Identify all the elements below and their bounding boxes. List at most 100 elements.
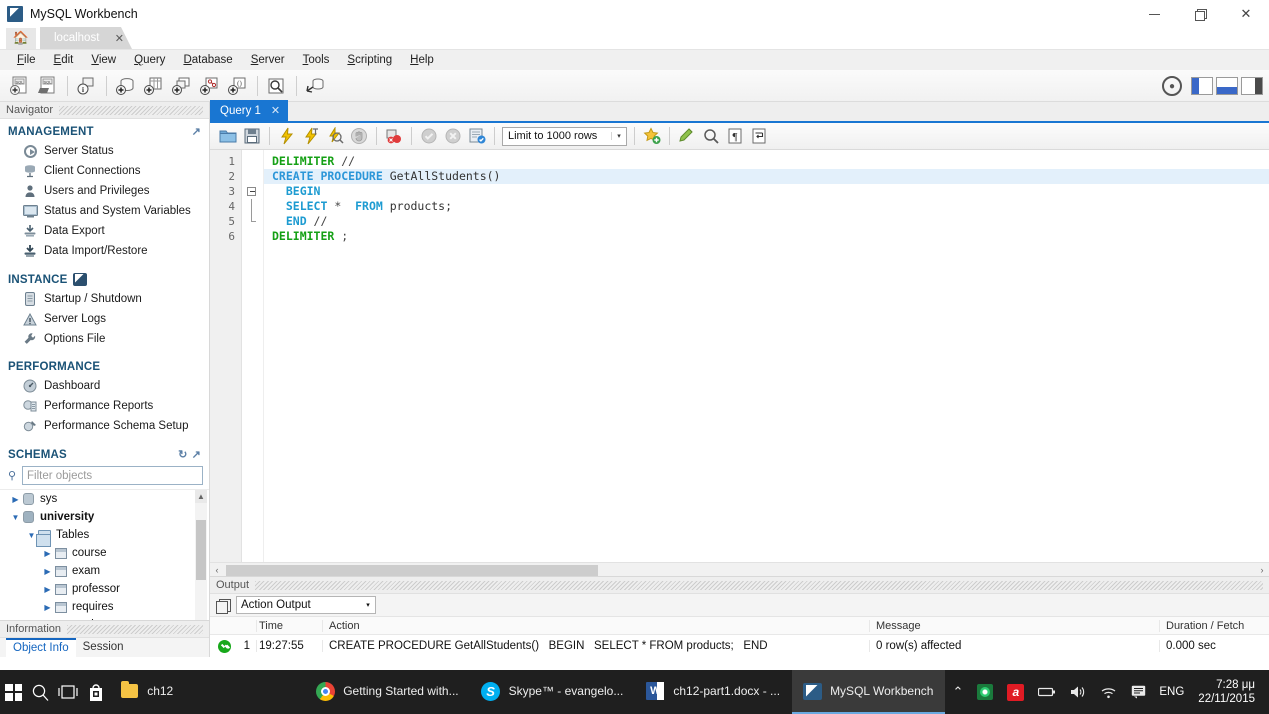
menu-view[interactable]: View [82, 50, 125, 70]
execute-statement-icon[interactable] [275, 125, 298, 148]
section-header-schemas[interactable]: SCHEMAS ↻ ↗ [0, 436, 209, 464]
task-view-icon[interactable] [55, 670, 82, 714]
code-folding-column[interactable] [242, 150, 264, 562]
row-limit-select[interactable]: Limit to 1000 rows ▾ [502, 126, 627, 146]
menu-edit[interactable]: Edit [45, 50, 83, 70]
commit-transaction-icon[interactable] [417, 125, 440, 148]
toggle-secondary-sidebar-button[interactable] [1241, 77, 1263, 95]
taskbar-item-ch12[interactable]: ch12 [109, 670, 185, 714]
chevron-right-icon[interactable]: ▶ [42, 549, 53, 558]
search-icon[interactable] [27, 670, 54, 714]
wifi-tray-icon[interactable] [1093, 686, 1124, 699]
tree-item-course[interactable]: ▶ course [0, 544, 209, 562]
taskbar-item-word[interactable]: W ch12-part1.docx - ... [635, 670, 792, 714]
connection-tab-localhost[interactable]: localhost ✕ [40, 27, 132, 49]
language-indicator[interactable]: ENG [1153, 686, 1190, 698]
close-button[interactable]: ✕ [1223, 0, 1269, 28]
microsoft-store-icon[interactable] [82, 670, 109, 714]
sidebar-item-startup-shutdown[interactable]: Startup / Shutdown [0, 289, 209, 309]
taskbar-item-mysql-workbench[interactable]: MySQL Workbench [792, 670, 946, 714]
toggle-word-wrap-icon[interactable] [747, 125, 770, 148]
scroll-right-icon[interactable]: › [1255, 565, 1269, 575]
chevron-right-icon[interactable]: ▶ [42, 603, 53, 612]
expand-icon[interactable]: ↗ [192, 125, 201, 138]
rollback-transaction-icon[interactable] [441, 125, 464, 148]
chevron-down-icon[interactable]: ▼ [10, 513, 21, 522]
tree-item-requires[interactable]: ▶ requires [0, 598, 209, 616]
account-icon[interactable]: ● [1162, 76, 1182, 96]
minimize-button[interactable] [1131, 0, 1177, 28]
reconnect-to-server-icon[interactable] [302, 73, 328, 99]
scrollbar-track[interactable] [224, 564, 1255, 576]
save-script-icon[interactable] [240, 125, 263, 148]
expand-icon[interactable]: ↗ [192, 448, 201, 461]
battery-tray-icon[interactable] [1031, 686, 1063, 698]
menu-tools[interactable]: Tools [294, 50, 339, 70]
maximize-button[interactable] [1177, 0, 1223, 28]
menu-scripting[interactable]: Scripting [338, 50, 401, 70]
close-icon[interactable]: ✕ [271, 104, 280, 117]
execute-current-statement-icon[interactable] [299, 125, 322, 148]
tree-item-university[interactable]: ▼ university [0, 508, 209, 526]
section-header-instance[interactable]: INSTANCE [0, 261, 209, 289]
taskbar-item-skype[interactable]: S Skype™ - evangelo... [471, 670, 636, 714]
schema-tree-scrollbar[interactable]: ▲ ▼ [195, 490, 207, 620]
create-new-view-icon[interactable] [168, 73, 194, 99]
home-tab[interactable]: 🏠 [6, 27, 36, 49]
sidebar-item-client-connections[interactable]: Client Connections [0, 161, 209, 181]
menu-help[interactable]: Help [401, 50, 443, 70]
chevron-right-icon[interactable]: ▶ [42, 585, 53, 594]
volume-tray-icon[interactable] [1063, 685, 1093, 699]
sidebar-item-options-file[interactable]: Options File [0, 329, 209, 349]
explain-statement-icon[interactable] [323, 125, 346, 148]
create-new-function-icon[interactable]: () [224, 73, 250, 99]
toggle-output-button[interactable] [1216, 77, 1238, 95]
code-text[interactable]: DELIMITER // CREATE PROCEDURE GetAllStud… [264, 150, 1269, 562]
toggle-stop-on-error-icon[interactable] [382, 125, 405, 148]
close-icon[interactable]: ✕ [115, 32, 124, 45]
fold-toggle-icon[interactable] [247, 187, 256, 196]
chevron-right-icon[interactable]: ▶ [42, 567, 53, 576]
chevron-right-icon[interactable]: ▶ [10, 495, 21, 504]
tree-item-student[interactable]: ▶ student [0, 616, 209, 620]
sidebar-item-performance-schema-setup[interactable]: Performance Schema Setup [0, 416, 209, 436]
sidebar-item-users-and-privileges[interactable]: Users and Privileges [0, 181, 209, 201]
open-script-icon[interactable] [216, 125, 239, 148]
sidebar-item-dashboard[interactable]: Dashboard [0, 376, 209, 396]
create-new-schema-icon[interactable] [112, 73, 138, 99]
tab-session[interactable]: Session [76, 639, 131, 656]
tab-object-info[interactable]: Object Info [6, 638, 76, 657]
open-sql-script-icon[interactable]: SQL [34, 73, 60, 99]
sidebar-item-data-export[interactable]: Data Export [0, 221, 209, 241]
menu-file[interactable]: File [8, 50, 45, 70]
dropbox-tray-icon[interactable] [970, 684, 1000, 700]
tab-query-1[interactable]: Query 1 ✕ [210, 100, 289, 121]
tree-item-tables[interactable]: ▼ Tables [0, 526, 209, 547]
output-type-select[interactable]: Action Output ▾ [236, 596, 376, 614]
section-header-management[interactable]: MANAGEMENT ↗ [0, 119, 209, 141]
create-new-table-icon[interactable] [140, 73, 166, 99]
connection-info-icon[interactable]: i [73, 73, 99, 99]
chevron-down-icon[interactable]: ▾ [361, 601, 375, 609]
menu-query[interactable]: Query [125, 50, 174, 70]
menu-database[interactable]: Database [174, 50, 241, 70]
save-snippet-icon[interactable] [640, 125, 663, 148]
tree-item-sys[interactable]: ▶ sys [0, 490, 209, 508]
sidebar-item-data-import-restore[interactable]: Data Import/Restore [0, 241, 209, 261]
windows-start-icon[interactable] [0, 670, 27, 714]
scroll-left-icon[interactable]: ‹ [210, 565, 224, 575]
tree-item-exam[interactable]: ▶ exam [0, 562, 209, 580]
refresh-icon[interactable]: ↻ [178, 448, 187, 461]
stop-execution-icon[interactable] [347, 125, 370, 148]
beautify-sql-icon[interactable] [675, 125, 698, 148]
table-row[interactable]: 1 19:27:55 CREATE PROCEDURE GetAllStuden… [210, 635, 1269, 657]
menu-server[interactable]: Server [242, 50, 294, 70]
toggle-invisible-characters-icon[interactable]: ¶ [723, 125, 746, 148]
chevron-up-icon[interactable]: ⌃ [945, 684, 970, 700]
scrollbar-thumb[interactable] [226, 564, 598, 576]
section-header-performance[interactable]: PERFORMANCE [0, 349, 209, 376]
clock[interactable]: 7:28 μμ 22/11/2015 [1190, 678, 1265, 706]
editor-horizontal-scrollbar[interactable]: ‹ › [210, 562, 1269, 576]
schema-tree[interactable]: ▶ sys ▼ university ▼ Tables ▶ course ▶ e… [0, 489, 209, 620]
scrollbar-thumb[interactable] [196, 520, 206, 580]
